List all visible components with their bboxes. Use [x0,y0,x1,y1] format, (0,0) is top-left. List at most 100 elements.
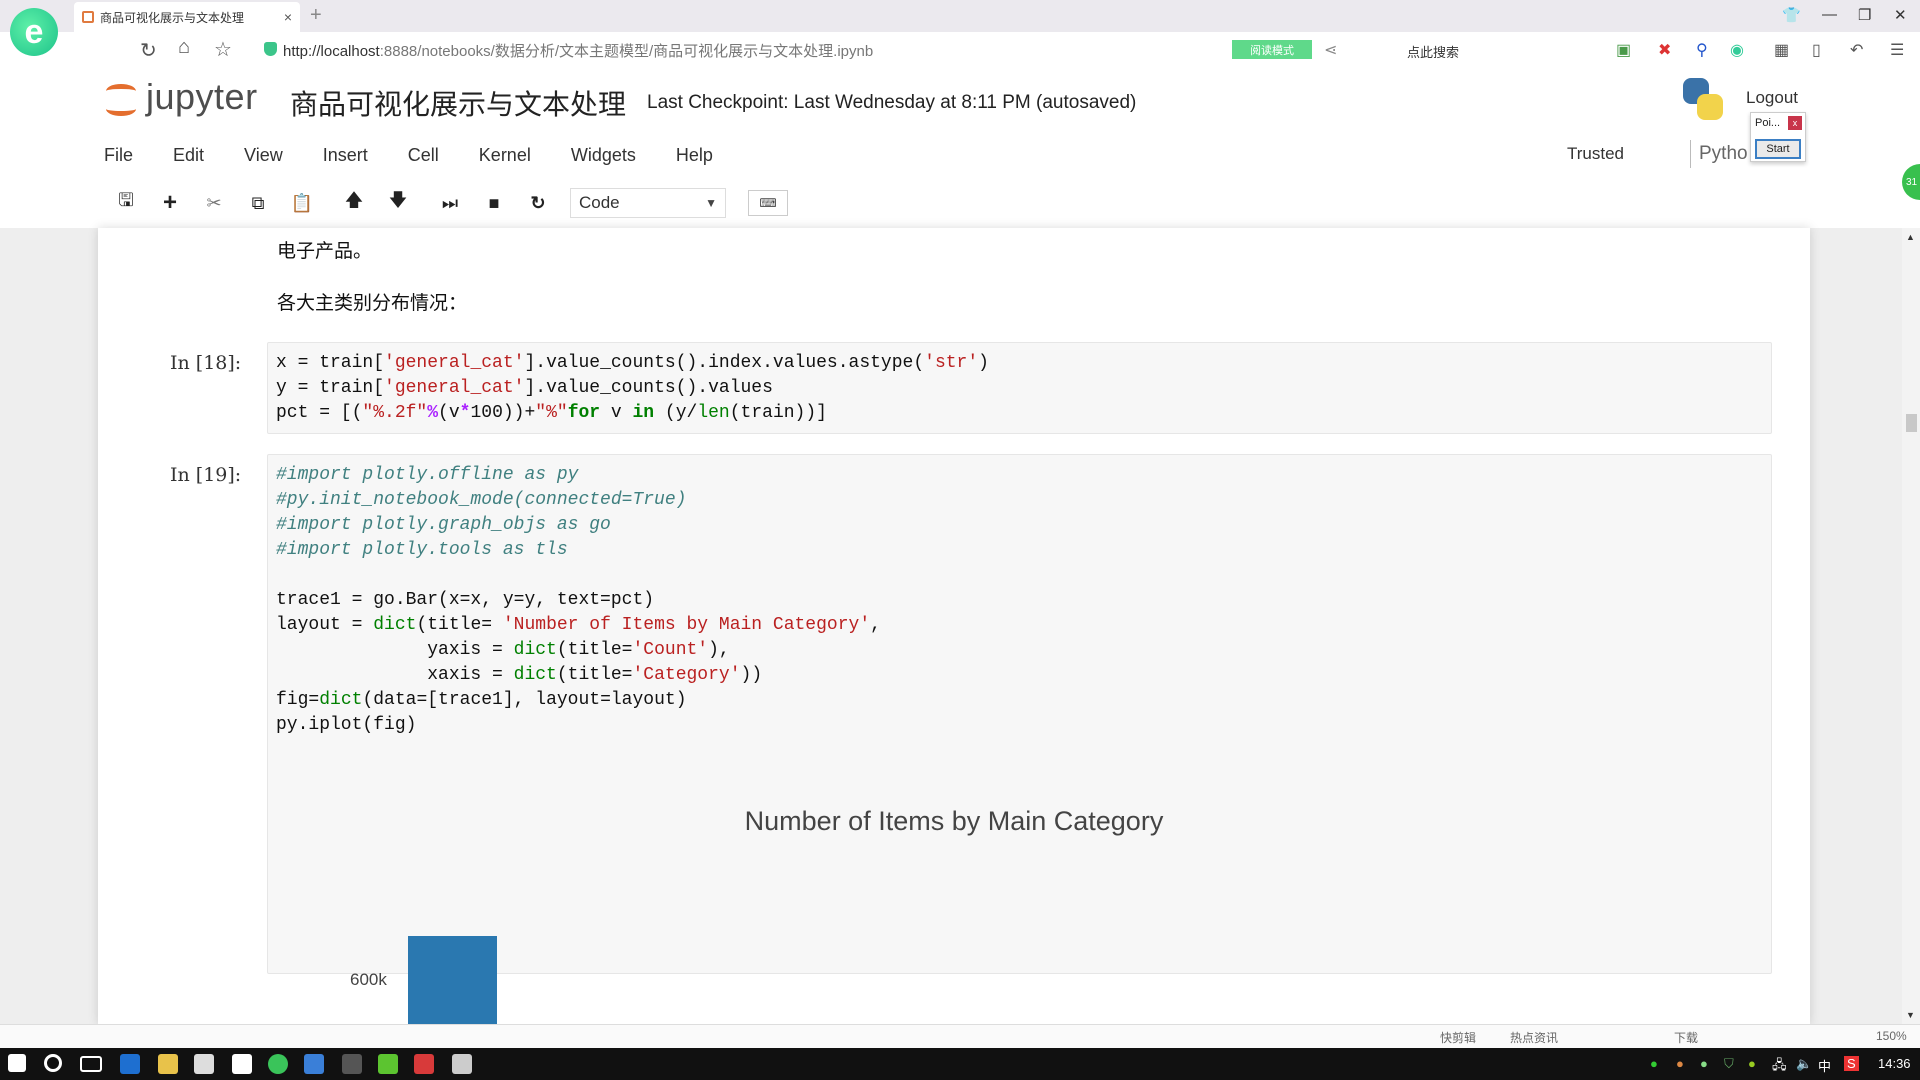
skin-icon[interactable]: 👕 [1782,6,1801,24]
restart-icon[interactable]: ↻ [520,186,556,220]
cortana-icon[interactable] [44,1054,62,1072]
popup-close-button[interactable]: x [1788,116,1802,130]
logout-button[interactable]: Logout [1734,84,1810,112]
tray-app2-icon[interactable]: ● [1748,1056,1756,1071]
refresh-icon[interactable]: ↻ [140,38,157,63]
code-token: 'general_cat' [384,353,525,373]
file-explorer-icon[interactable] [158,1054,178,1074]
taskbar-clock[interactable]: 14:36 [1878,1056,1911,1071]
search-hint[interactable]: 点此搜索 [1407,42,1459,61]
cell-type-select[interactable]: Code ▼ [570,188,726,218]
minimize-button[interactable]: — [1822,6,1837,23]
scroll-up-icon[interactable]: ▲ [1906,232,1915,242]
menu-file[interactable]: File [104,138,133,172]
code-token: ), [708,640,730,660]
mail-icon[interactable] [232,1054,252,1074]
search-icon[interactable]: ⚲ [1696,40,1708,60]
jupyter-logo-icon[interactable] [104,80,138,120]
edge-icon[interactable] [120,1054,140,1074]
undo-icon[interactable]: ↶ [1850,40,1863,60]
menu-view[interactable]: View [244,138,283,172]
game-icon[interactable]: ◉ [1730,40,1744,60]
scroll-thumb[interactable] [1906,414,1917,432]
recorder-icon[interactable] [414,1054,434,1074]
menu-insert[interactable]: Insert [323,138,368,172]
restore-button[interactable]: ❐ [1858,6,1871,24]
insert-cell-icon[interactable]: + [152,186,188,220]
apps-grid-icon[interactable]: ▦ [1774,40,1789,60]
new-tab-button[interactable]: + [310,4,322,27]
stop-icon[interactable]: ■ [476,186,512,220]
tray-security-icon[interactable]: ⛉ [1724,1056,1734,1072]
code-cell[interactable]: #import plotly.offline as py #py.init_not… [267,454,1772,974]
cut-icon[interactable]: ✂ [196,186,232,220]
scroll-down-icon[interactable]: ▼ [1906,1010,1915,1020]
start-menu-icon[interactable] [8,1054,26,1072]
menu-edit[interactable]: Edit [173,138,204,172]
code-line: #import plotly.tools as tls [276,540,568,560]
close-window-button[interactable]: ✕ [1894,6,1907,24]
code-token: (title= [556,665,633,685]
popup-start-button[interactable]: Start [1755,139,1801,159]
keyboard-icon[interactable]: ⌨ [748,190,788,216]
block-icon[interactable]: ✖ [1658,40,1671,60]
move-up-icon[interactable]: 🡅 [336,186,372,220]
paste-icon[interactable]: 📋 [284,186,320,220]
code-line: #import plotly.graph_objs as go [276,515,611,535]
save-icon[interactable]: 🖫 [108,186,144,220]
app-icon[interactable] [342,1054,362,1074]
code-line: layout = dict(title= 'Number of Items by… [276,615,881,635]
code-token: (y/ [654,403,698,423]
extension-icon[interactable]: ▣ [1616,40,1631,60]
tray-ime-indicator[interactable]: 中 [1818,1056,1831,1075]
notebook-name[interactable]: 商品可视化展示与文本处理 [290,83,626,123]
camtasia-icon[interactable] [378,1054,398,1074]
bookmark-star-icon[interactable]: ☆ [214,37,232,62]
jupyter-wordmark[interactable]: jupyter [146,76,258,118]
tray-network-app-icon[interactable]: ● [1650,1056,1658,1071]
share-icon[interactable]: ⋖ [1324,40,1337,60]
menu-widgets[interactable]: Widgets [571,138,636,172]
download-link[interactable]: 下载 [1674,1029,1698,1046]
home-icon[interactable]: ⌂ [178,36,190,59]
run-icon[interactable]: ⏭ [432,186,468,220]
browser-menu-icon[interactable]: ☰ [1890,40,1904,60]
trusted-indicator[interactable]: Trusted [1567,144,1624,164]
tray-sogou-icon[interactable]: S [1844,1056,1859,1071]
code-token: xaxis = [276,665,514,685]
menu-help[interactable]: Help [676,138,713,172]
vertical-scrollbar[interactable]: ▲ ▼ [1902,228,1920,1024]
menu-cell[interactable]: Cell [408,138,439,172]
menu-kernel[interactable]: Kernel [479,138,531,172]
phone-icon[interactable]: ▯ [1812,40,1821,60]
tab-close-icon[interactable]: × [284,9,292,25]
code-token: ].value_counts().values [524,378,773,398]
browser-tab[interactable]: 商品可视化展示与文本处理 × [74,2,300,32]
browser-360-icon[interactable] [268,1054,288,1074]
cell-type-value: Code [579,193,620,212]
move-down-icon[interactable]: 🡇 [380,186,416,220]
copy-icon[interactable]: ⧉ [240,186,276,220]
hot-news-link[interactable]: 热点资讯 [1510,1029,1558,1046]
code-line: fig=dict(data=[trace1], layout=layout) [276,690,687,710]
tray-app-icon[interactable]: ● [1676,1056,1684,1071]
tray-network-icon[interactable]: 🖧 [1772,1056,1787,1078]
store-icon[interactable] [194,1054,214,1074]
code-cell[interactable]: x = train['general_cat'].value_counts().… [267,342,1772,434]
reading-mode-badge[interactable]: 阅读模式 [1232,40,1312,59]
markdown-text: 各大主类别分布情况： [277,292,468,314]
task-view-icon[interactable] [80,1056,102,1072]
feishu-icon[interactable] [304,1054,324,1074]
active-app-icon[interactable] [452,1054,472,1074]
code-token: "%.2f" [362,403,428,423]
tray-volume-icon[interactable]: 🔈 [1796,1056,1812,1072]
kernel-indicator[interactable]: Pytho [1690,140,1748,168]
browser-logo-icon[interactable]: e [10,8,58,56]
url-input[interactable]: http://localhost:8888/notebooks/数据分析/文本主… [283,40,873,61]
tray-wechat-icon[interactable]: ● [1700,1056,1708,1071]
code-token: #py.init_notebook_mode(connected=True) [276,490,687,510]
quick-edit-link[interactable]: 快剪辑 [1440,1029,1476,1046]
code-token: #import plotly.offline as py [276,465,579,485]
bar-category-1[interactable] [408,936,497,1024]
zoom-level[interactable]: 150% [1876,1029,1907,1043]
